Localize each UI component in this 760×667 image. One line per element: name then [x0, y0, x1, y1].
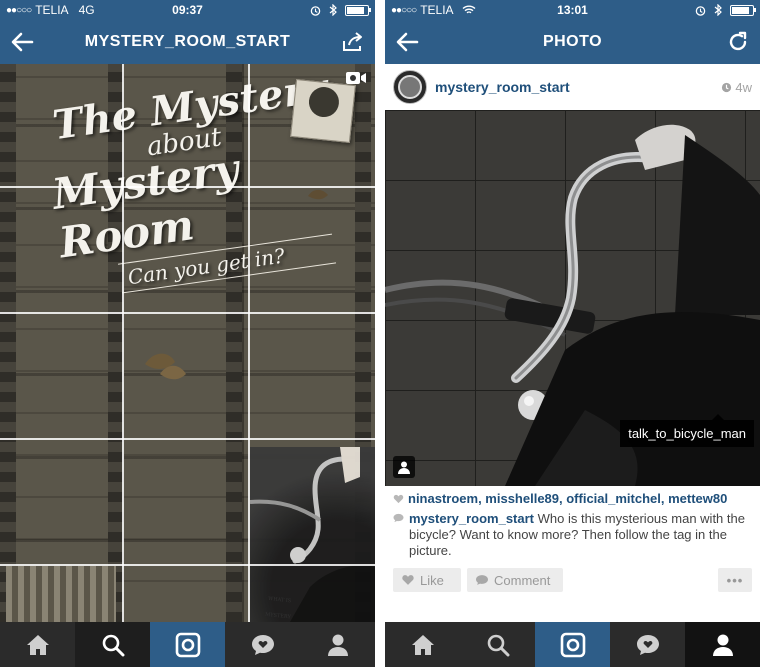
like-button[interactable]: Like: [393, 568, 461, 592]
back-arrow-icon: [396, 32, 419, 52]
comment-label: Comment: [494, 572, 551, 588]
post-photo[interactable]: talk_to_bicycle_man: [385, 110, 760, 486]
comment-bubble-icon: [393, 513, 404, 523]
back-button[interactable]: [8, 28, 36, 56]
status-bar: ●●○○○ TELIA 4G 09:37: [0, 0, 375, 20]
profile-icon: [712, 634, 733, 656]
avatar[interactable]: [393, 70, 427, 104]
activity-heart-icon: [251, 634, 274, 655]
tab-profile[interactable]: [300, 622, 375, 667]
profile-icon: [327, 634, 348, 656]
share-button[interactable]: [339, 28, 367, 56]
search-icon: [487, 634, 509, 656]
post-username[interactable]: mystery_room_start: [435, 79, 721, 95]
wifi-icon: [462, 5, 476, 14]
battery-icon: [345, 4, 371, 16]
page-title: MYSTERY_ROOM_START: [84, 33, 291, 50]
tab-bar: [385, 622, 760, 667]
comment-button[interactable]: Comment: [467, 568, 563, 592]
tagged-users-button[interactable]: [393, 456, 415, 478]
post-age: 4w: [735, 79, 752, 95]
tab-bar: [0, 622, 375, 667]
tab-home[interactable]: [385, 622, 460, 667]
tab-search[interactable]: [460, 622, 535, 667]
heart-icon: [402, 575, 414, 585]
caption-author[interactable]: mystery_room_start: [409, 511, 534, 526]
tab-search[interactable]: [75, 622, 150, 667]
battery-icon: [730, 4, 756, 16]
nav-bar: PHOTO: [385, 20, 760, 64]
bluetooth-icon: [329, 4, 337, 16]
carrier-label: TELIA: [420, 3, 454, 17]
status-bar: ●●○○○ TELIA 13:01: [385, 0, 760, 20]
carrier-label: TELIA: [35, 3, 69, 17]
more-options-button[interactable]: •••: [718, 568, 752, 592]
signal-dots-icon: ●●○○○: [6, 4, 32, 16]
activity-heart-icon: [636, 634, 659, 655]
share-icon: [343, 32, 362, 51]
photo-grid[interactable]: The Mystery about Mystery Room Can you g…: [0, 64, 375, 622]
camera-icon: [175, 632, 200, 657]
refresh-button[interactable]: [724, 28, 752, 56]
signal-dots-icon: ●●○○○: [391, 4, 417, 16]
like-label: Like: [420, 572, 444, 588]
person-tag-icon: [398, 461, 410, 474]
refresh-icon: [729, 31, 747, 51]
liked-by-users[interactable]: ninastroem, misshelle89, official_mitche…: [408, 491, 727, 506]
home-icon: [411, 634, 434, 655]
right-screen-photo: ●●○○○ TELIA 13:01 PHOTO mystery_room_sta…: [385, 0, 760, 667]
camera-icon: [560, 632, 585, 657]
alarm-icon: [695, 5, 706, 16]
left-screen-hashtag-grid: ●●○○○ TELIA 4G 09:37 MYSTERY_ROOM_START: [0, 0, 375, 667]
post-timestamp: 4w: [721, 80, 752, 95]
tab-profile[interactable]: [685, 622, 760, 667]
tab-home[interactable]: [0, 622, 75, 667]
tab-activity[interactable]: [225, 622, 300, 667]
search-icon: [102, 634, 124, 656]
likes-row: ninastroem, misshelle89, official_mitche…: [393, 491, 752, 506]
tab-activity[interactable]: [610, 622, 685, 667]
home-icon: [26, 634, 49, 655]
nav-bar: MYSTERY_ROOM_START: [0, 20, 375, 64]
post-caption: mystery_room_start Who is this mysteriou…: [393, 511, 752, 559]
crop-grid-overlay: [0, 64, 375, 622]
bluetooth-icon: [714, 4, 722, 16]
post-actions: Like Comment •••: [393, 568, 752, 592]
network-label: 4G: [78, 3, 95, 17]
clock: 09:37: [172, 3, 203, 17]
tab-camera[interactable]: [150, 622, 225, 667]
alarm-icon: [310, 5, 321, 16]
page-title: PHOTO: [542, 33, 603, 50]
photo-user-tag[interactable]: talk_to_bicycle_man: [620, 414, 754, 447]
comment-icon: [476, 575, 488, 585]
back-arrow-icon: [11, 32, 34, 52]
back-button[interactable]: [393, 28, 421, 56]
tab-camera[interactable]: [535, 622, 610, 667]
clock: 13:01: [557, 3, 588, 17]
heart-icon: [393, 494, 404, 503]
post-header: mystery_room_start 4w: [385, 64, 760, 110]
clock-icon: [722, 82, 732, 92]
